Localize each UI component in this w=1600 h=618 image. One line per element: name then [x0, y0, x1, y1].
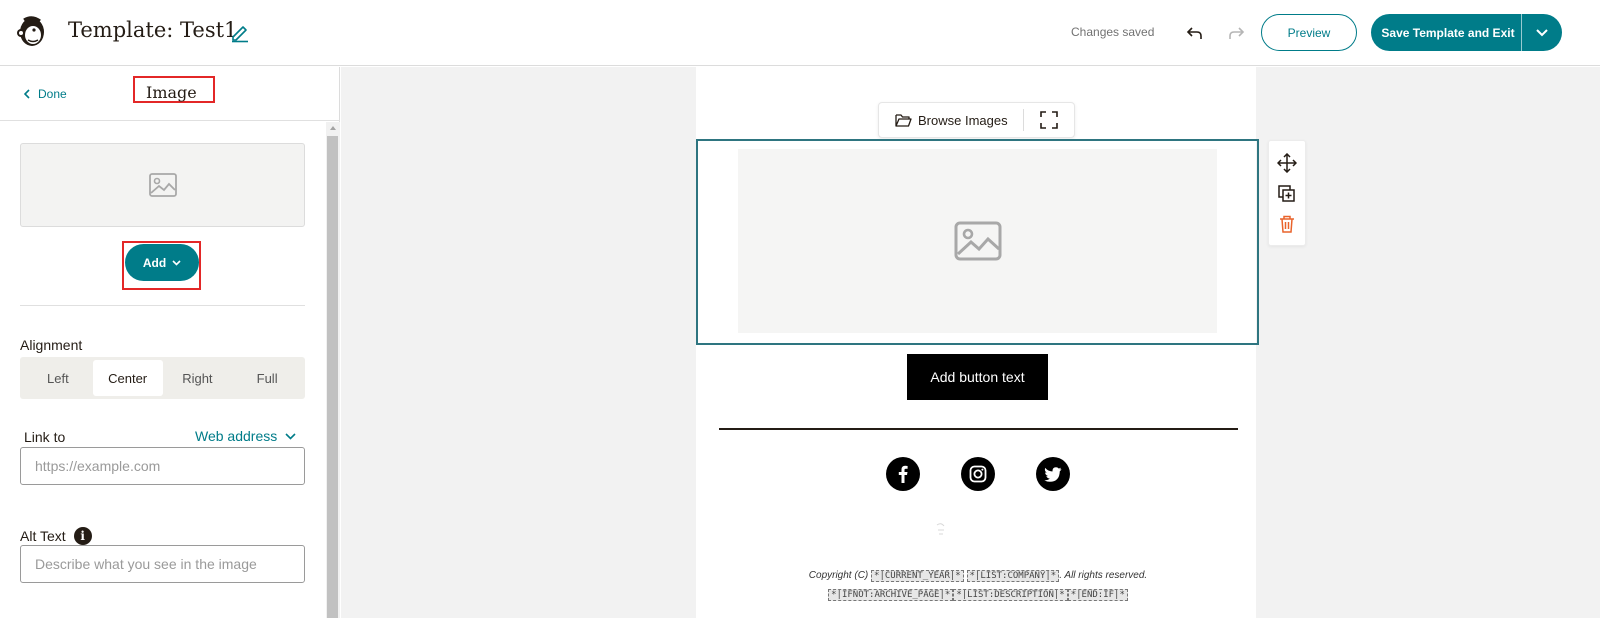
link-type-dropdown[interactable]: Web address	[195, 428, 296, 444]
divider-line	[719, 428, 1238, 430]
fullscreen-button[interactable]	[1024, 111, 1074, 129]
redo-icon[interactable]	[1225, 22, 1247, 44]
browse-images-label: Browse Images	[918, 112, 1008, 128]
image-icon	[148, 173, 177, 197]
copyright-line: Copyright (C) *|CURRENT_YEAR|* *|LIST:CO…	[690, 570, 1266, 582]
merge-tag-description: *|LIST:DESCRIPTION|*	[953, 589, 1068, 601]
done-label: Done	[38, 87, 67, 101]
facebook-icon[interactable]	[886, 457, 920, 491]
alignment-selector: Left Center Right Full	[20, 357, 305, 399]
email-cta-button[interactable]: Add button text	[907, 354, 1048, 400]
image-icon	[954, 221, 1001, 261]
instagram-icon[interactable]	[961, 457, 995, 491]
fullscreen-icon	[1040, 111, 1058, 129]
merge-tag-company: *|LIST:COMPANY|*	[966, 570, 1060, 582]
folder-icon	[895, 114, 912, 127]
merge-tag-year: *|CURRENT_YEAR|*	[871, 570, 964, 582]
save-template-button-group: Save Template and Exit	[1371, 14, 1562, 51]
pencil-icon[interactable]	[229, 21, 251, 43]
scroll-up-arrow[interactable]	[330, 126, 336, 130]
duplicate-icon[interactable]	[1278, 185, 1296, 203]
chevron-down-icon	[1536, 28, 1548, 36]
undo-icon[interactable]	[1184, 22, 1206, 44]
save-options-dropdown[interactable]	[1522, 14, 1562, 51]
save-template-exit-button[interactable]: Save Template and Exit	[1371, 26, 1521, 40]
done-button[interactable]: Done	[24, 87, 67, 101]
merge-tag-line: *|IFNOT:ARCHIVE_PAGE|* *|LIST:DESCRIPTION…	[690, 589, 1266, 601]
alt-text-input[interactable]: Describe what you see in the image	[20, 545, 305, 583]
add-label: Add	[142, 255, 167, 270]
move-icon[interactable]	[1277, 153, 1297, 173]
chevron-left-icon	[24, 89, 30, 99]
alt-text-label-row: Alt Text i	[20, 527, 92, 545]
save-status: Changes saved	[1071, 25, 1155, 39]
url-input[interactable]: https://example.com	[20, 447, 305, 485]
rights-suffix: . All rights reserved.	[1059, 570, 1148, 581]
mailchimp-referral-badge-icon	[936, 523, 945, 535]
link-type-value: Web address	[195, 428, 278, 444]
copyright-prefix: Copyright (C)	[808, 570, 869, 581]
divider	[20, 305, 305, 306]
panel-title: Image	[146, 83, 197, 102]
alignment-label: Alignment	[20, 337, 83, 353]
browse-images-button[interactable]: Browse Images	[879, 113, 1023, 128]
chevron-down-icon	[285, 432, 296, 440]
image-toolbar: Browse Images	[878, 102, 1075, 138]
align-full-option[interactable]: Full	[232, 360, 302, 396]
align-right-option[interactable]: Right	[163, 360, 233, 396]
preview-button[interactable]: Preview	[1261, 14, 1357, 51]
top-bar: Template: Test1 Changes saved Preview Sa…	[0, 0, 1600, 66]
align-center-option[interactable]: Center	[92, 360, 163, 396]
twitter-glyph	[1044, 466, 1062, 482]
panel-header: Done Image	[0, 67, 340, 121]
chevron-down-icon	[172, 259, 181, 266]
scrollbar-thumb[interactable]	[327, 136, 338, 618]
merge-tag-ifnot: *|IFNOT:ARCHIVE_PAGE|*	[828, 589, 954, 601]
facebook-glyph	[898, 465, 908, 483]
image-settings-panel: Done Image Add Alignment Left Center Rig…	[0, 67, 340, 618]
info-icon[interactable]: i	[73, 527, 92, 545]
add-image-button[interactable]: Add	[125, 244, 199, 281]
mailchimp-logo-icon[interactable]	[14, 13, 48, 49]
link-to-label: Link to	[24, 429, 66, 445]
align-left-option[interactable]: Left	[23, 360, 93, 396]
trash-icon[interactable]	[1279, 215, 1295, 233]
image-block-placeholder[interactable]	[738, 149, 1217, 333]
image-preview	[20, 143, 305, 227]
instagram-glyph	[969, 465, 987, 483]
merge-tag-endif: *|END:IF|*	[1067, 589, 1128, 601]
template-title: Template: Test1	[68, 18, 238, 42]
block-tools	[1268, 140, 1306, 246]
alt-text-label: Alt Text	[20, 528, 66, 544]
twitter-icon[interactable]	[1036, 457, 1070, 491]
